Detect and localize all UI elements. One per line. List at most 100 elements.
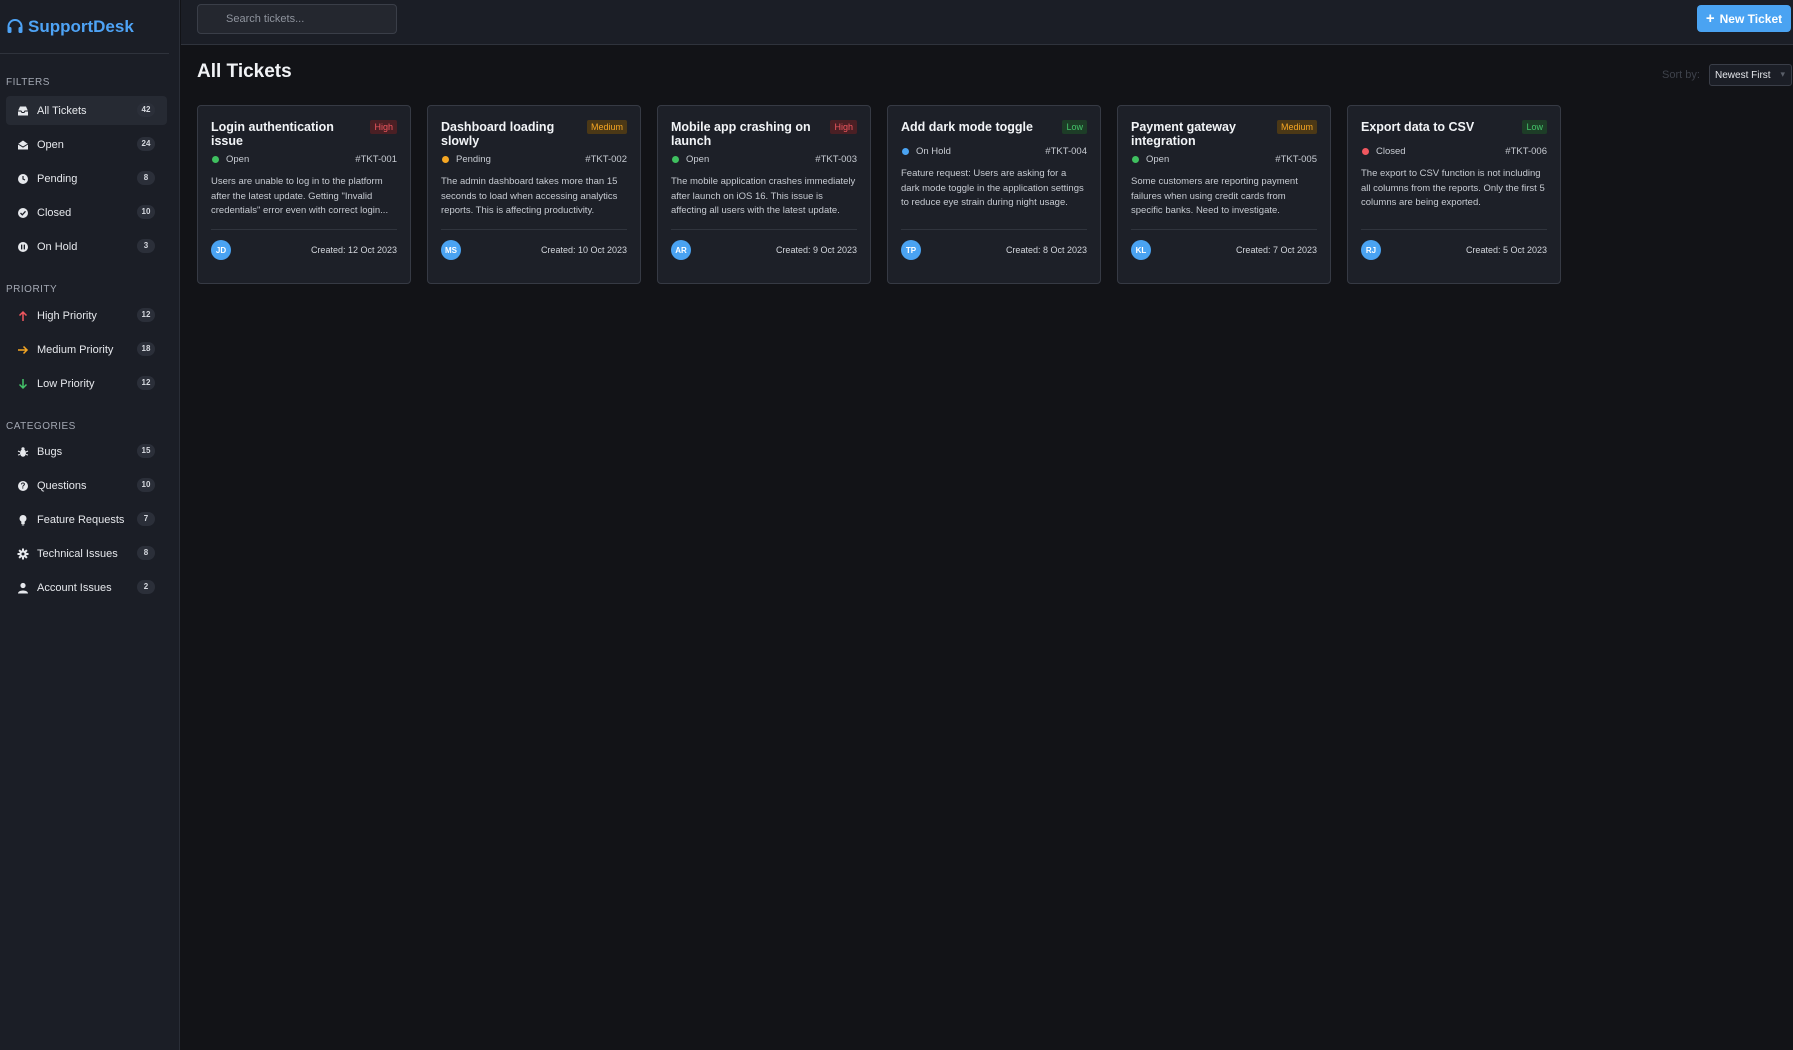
ticket-card[interactable]: Payment gateway integration Medium Open #TK… bbox=[1117, 105, 1331, 284]
sidebar-item-label: Technical Issues bbox=[37, 547, 118, 560]
sort-label: Sort by: bbox=[1662, 69, 1700, 81]
ticket-footer: TP Created: 8 Oct 2023 bbox=[901, 229, 1087, 260]
ticket-id: #TKT-002 bbox=[585, 154, 627, 165]
avatar[interactable]: KL bbox=[1131, 240, 1151, 260]
sidebar-item-closed[interactable]: Closed 10 bbox=[6, 198, 167, 227]
status-label: Pending bbox=[456, 154, 491, 165]
avatar[interactable]: TP bbox=[901, 240, 921, 260]
priority-badge: Medium bbox=[586, 120, 627, 134]
sidebar-item-medium-priority[interactable]: Medium Priority 18 bbox=[6, 335, 167, 364]
ticket-id: #TKT-004 bbox=[1045, 146, 1087, 157]
ticket-card[interactable]: Login authentication issue High Open #TKT-0… bbox=[197, 105, 411, 284]
ticket-meta: Pending #TKT-002 bbox=[441, 154, 627, 165]
sidebar-item-on-hold[interactable]: On Hold 3 bbox=[6, 232, 167, 261]
lightbulb-icon bbox=[16, 513, 30, 527]
avatar[interactable]: AR bbox=[671, 240, 691, 260]
sidebar-item-feature-requests[interactable]: Feature Requests 7 bbox=[6, 505, 167, 534]
ticket-id: #TKT-005 bbox=[1275, 154, 1317, 165]
new-ticket-label: New Ticket bbox=[1719, 11, 1783, 26]
inbox-icon bbox=[16, 104, 30, 118]
sidebar-item-technical-issues[interactable]: Technical Issues 8 bbox=[6, 539, 167, 568]
status-label: Open bbox=[686, 154, 710, 165]
ticket-title: Export data to CSV bbox=[1361, 120, 1475, 134]
sidebar-item-label: Pending bbox=[37, 172, 78, 185]
ticket-title: Mobile app crashing on launch bbox=[671, 120, 811, 148]
page-title: All Tickets bbox=[197, 61, 292, 82]
sidebar-item-questions[interactable]: ? Questions 10 bbox=[6, 471, 167, 500]
ticket-status: Pending bbox=[441, 154, 491, 165]
chevron-down-icon: ▾ bbox=[1780, 69, 1785, 79]
sidebar-item-high-priority[interactable]: High Priority 12 bbox=[6, 301, 167, 330]
ticket-header: Add dark mode toggle Low bbox=[901, 120, 1087, 140]
ticket-footer: RJ Created: 5 Oct 2023 bbox=[1361, 229, 1547, 260]
ticket-meta: Open #TKT-005 bbox=[1131, 154, 1317, 165]
count-badge: 8 bbox=[137, 546, 155, 560]
count-badge: 10 bbox=[137, 478, 155, 492]
sidebar: SupportDesk FILTERS All Tickets 42 Open 24 P… bbox=[0, 0, 180, 1050]
ticket-card[interactable]: Add dark mode toggle Low On Hold #TKT-004 Fe… bbox=[887, 105, 1101, 284]
sidebar-item-label: High Priority bbox=[37, 309, 97, 322]
pause-circle-icon bbox=[16, 240, 30, 254]
ticket-id: #TKT-003 bbox=[815, 154, 857, 165]
categories-list: Bugs 15? Questions 10 Feature Requests 7 Techn… bbox=[0, 437, 179, 602]
sidebar-item-label: All Tickets bbox=[37, 104, 87, 117]
avatar[interactable]: RJ bbox=[1361, 240, 1381, 260]
ticket-description: Users are unable to log in to the platfo… bbox=[211, 176, 389, 217]
top-bar: + New Ticket bbox=[181, 0, 1793, 45]
avatar[interactable]: JD bbox=[211, 240, 231, 260]
ticket-card[interactable]: Export data to CSV Low Closed #TKT-006 The e… bbox=[1347, 105, 1561, 284]
priority-section-title: PRIORITY bbox=[6, 284, 58, 295]
ticket-title: Login authentication issue bbox=[211, 120, 334, 148]
count-badge: 7 bbox=[137, 512, 155, 526]
ticket-title: Payment gateway integration bbox=[1131, 120, 1236, 148]
sidebar-item-all-tickets[interactable]: All Tickets 42 bbox=[6, 96, 167, 125]
count-badge: 12 bbox=[137, 308, 155, 322]
ticket-description: Some customers are reporting payment fai… bbox=[1131, 176, 1298, 217]
user-icon bbox=[16, 581, 30, 595]
priority-badge: High bbox=[370, 120, 397, 134]
status-dot-icon bbox=[902, 148, 909, 155]
sidebar-item-low-priority[interactable]: Low Priority 12 bbox=[6, 369, 167, 398]
priority-badge: Medium bbox=[1276, 120, 1317, 134]
sidebar-item-bugs[interactable]: Bugs 15 bbox=[6, 437, 167, 466]
count-badge: 18 bbox=[137, 342, 155, 356]
ticket-meta: Open #TKT-001 bbox=[211, 154, 397, 165]
check-circle-icon bbox=[16, 206, 30, 220]
sidebar-item-label: Questions bbox=[37, 479, 87, 492]
priority-list: High Priority 12 Medium Priority 18 Low Prio… bbox=[0, 301, 179, 398]
sidebar-item-account-issues[interactable]: Account Issues 2 bbox=[6, 573, 167, 602]
status-label: On Hold bbox=[916, 146, 951, 157]
arrow-right-icon bbox=[16, 343, 30, 357]
brand[interactable]: SupportDesk bbox=[0, 0, 169, 54]
priority-badge: Low bbox=[1522, 120, 1547, 134]
ticket-footer: AR Created: 9 Oct 2023 bbox=[671, 229, 857, 260]
ticket-header: Export data to CSV Low bbox=[1361, 120, 1547, 140]
filters-list: All Tickets 42 Open 24 Pending 8 Closed 10 On Ho… bbox=[0, 96, 179, 261]
envelope-open-icon bbox=[16, 138, 30, 152]
svg-text:?: ? bbox=[21, 481, 26, 490]
avatar[interactable]: MS bbox=[441, 240, 461, 260]
new-ticket-button[interactable]: + New Ticket bbox=[1697, 5, 1791, 32]
sort-select[interactable]: Newest First ▾ bbox=[1709, 64, 1792, 86]
ticket-description: Feature request: Users are asking for a … bbox=[901, 168, 1084, 209]
ticket-id: #TKT-001 bbox=[355, 154, 397, 165]
sidebar-item-label: Medium Priority bbox=[37, 343, 114, 356]
sidebar-item-label: Feature Requests bbox=[37, 513, 125, 526]
ticket-header: Payment gateway integration Medium bbox=[1131, 120, 1317, 148]
ticket-title: Dashboard loading slowly bbox=[441, 120, 555, 148]
sidebar-item-open[interactable]: Open 24 bbox=[6, 130, 167, 159]
ticket-status: Open bbox=[211, 154, 249, 165]
ticket-description: The admin dashboard takes more than 15 s… bbox=[441, 176, 618, 217]
count-badge: 3 bbox=[137, 239, 155, 253]
ticket-status: On Hold bbox=[901, 146, 951, 157]
created-date: Created: 5 Oct 2023 bbox=[1465, 245, 1547, 255]
brand-name: SupportDesk bbox=[28, 16, 134, 36]
ticket-status: Open bbox=[671, 154, 709, 165]
ticket-card[interactable]: Mobile app crashing on launch High Open #TK… bbox=[657, 105, 871, 284]
search-input[interactable] bbox=[197, 4, 397, 34]
ticket-card[interactable]: Dashboard loading slowly Medium Pending #TK… bbox=[427, 105, 641, 284]
arrow-down-icon bbox=[16, 377, 30, 391]
sidebar-item-pending[interactable]: Pending 8 bbox=[6, 164, 167, 193]
sort-value: Newest First bbox=[1715, 69, 1771, 81]
ticket-status: Open bbox=[1131, 154, 1169, 165]
